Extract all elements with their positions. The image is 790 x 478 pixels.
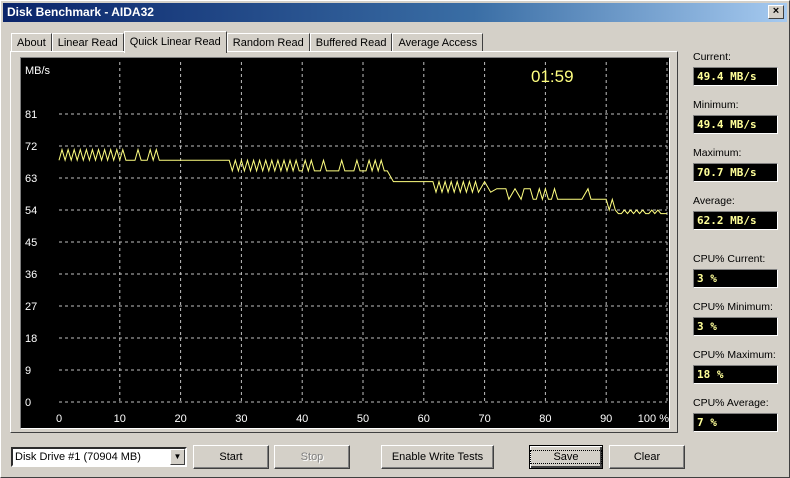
stat-label: Maximum: xyxy=(693,147,742,159)
stat-cpu-current: CPU% Current: 3 % xyxy=(693,253,778,288)
stat-value: 3 % xyxy=(693,269,778,288)
save-button[interactable]: Save xyxy=(529,445,603,469)
tab-average-access[interactable]: Average Access xyxy=(392,33,484,52)
stat-value: 49.4 MB/s xyxy=(693,115,778,134)
stat-cpu-average: CPU% Average: 7 % xyxy=(693,397,778,432)
tab-about[interactable]: About xyxy=(11,33,52,52)
tab-quick-linear-read[interactable]: Quick Linear Read xyxy=(123,31,227,53)
y-tick-label: 27 xyxy=(25,301,37,313)
stat-current: Current: 49.4 MB/s xyxy=(693,51,778,86)
stop-button[interactable]: Stop xyxy=(274,445,350,469)
stat-cpu-maximum: CPU% Maximum: 18 % xyxy=(693,349,778,384)
stat-value: 3 % xyxy=(693,317,778,336)
stat-maximum: Maximum: 70.7 MB/s xyxy=(693,147,778,182)
stat-value: 70.7 MB/s xyxy=(693,163,778,182)
close-button[interactable]: × xyxy=(768,5,784,19)
tab-linear-read[interactable]: Linear Read xyxy=(51,33,124,52)
stat-label: Minimum: xyxy=(693,99,739,111)
drive-select-value: Disk Drive #1 (70904 MB) xyxy=(15,451,141,463)
tab-buffered-read[interactable]: Buffered Read xyxy=(309,33,393,52)
stat-minimum: Minimum: 49.4 MB/s xyxy=(693,99,778,134)
chart-svg: 0 9 18 27 36 45 54 63 72 81 0 10 20 30 40 50 60 70 80 90 100… xyxy=(25,62,669,425)
x-tick-label: 60 xyxy=(418,413,430,425)
save-button-label: Save xyxy=(530,450,602,464)
window-title: Disk Benchmark - AIDA32 xyxy=(7,5,154,19)
y-axis-label: MB/s xyxy=(25,65,51,77)
x-tick-label: 50 xyxy=(357,413,369,425)
x-tick-label: 0 xyxy=(56,413,62,425)
drive-select[interactable]: Disk Drive #1 (70904 MB) ▼ xyxy=(11,447,187,467)
stat-value: 7 % xyxy=(693,413,778,432)
stat-average: Average: 62.2 MB/s xyxy=(693,195,778,230)
x-tick-label: 70 xyxy=(478,413,490,425)
tab-bar: About Linear Read Quick Linear Read Rand… xyxy=(11,31,484,53)
stat-label: CPU% Minimum: xyxy=(693,301,773,313)
x-tick-label: 10 xyxy=(114,413,126,425)
benchmark-chart: 0 9 18 27 36 45 54 63 72 81 0 10 20 30 40 50 60 70 80 90 100… xyxy=(20,57,670,429)
x-tick-label: 20 xyxy=(174,413,186,425)
stat-label: CPU% Current: xyxy=(693,253,766,265)
y-tick-label: 63 xyxy=(25,173,37,185)
enable-write-tests-button[interactable]: Enable Write Tests xyxy=(381,445,494,469)
y-tick-label: 54 xyxy=(25,205,37,217)
stat-label: CPU% Maximum: xyxy=(693,349,776,361)
title-bar[interactable]: Disk Benchmark - AIDA32 × xyxy=(3,3,787,22)
clear-button[interactable]: Clear xyxy=(609,445,685,469)
benchmark-window: Disk Benchmark - AIDA32 × About Linear R… xyxy=(0,0,790,478)
tab-random-read[interactable]: Random Read xyxy=(226,33,310,52)
stat-label: CPU% Average: xyxy=(693,397,769,409)
y-tick-label: 9 xyxy=(25,365,31,377)
elapsed-timer: 01:59 xyxy=(531,67,574,86)
y-tick-label: 72 xyxy=(25,141,37,153)
x-tick-label: 90 xyxy=(600,413,612,425)
x-tick-label: 80 xyxy=(539,413,551,425)
y-tick-label: 0 xyxy=(25,397,31,409)
dropdown-arrow-icon[interactable]: ▼ xyxy=(170,449,185,465)
stat-value: 18 % xyxy=(693,365,778,384)
stat-cpu-minimum: CPU% Minimum: 3 % xyxy=(693,301,778,336)
stat-label: Average: xyxy=(693,195,735,207)
y-tick-label: 36 xyxy=(25,269,37,281)
x-tick-label: 30 xyxy=(235,413,247,425)
start-button[interactable]: Start xyxy=(193,445,269,469)
y-tick-label: 45 xyxy=(25,237,37,249)
stat-value: 49.4 MB/s xyxy=(693,67,778,86)
y-tick-label: 81 xyxy=(25,109,37,121)
y-tick-label: 18 xyxy=(25,333,37,345)
x-tick-label-end: 100 % xyxy=(638,413,669,425)
stat-label: Current: xyxy=(693,51,731,63)
stat-value: 62.2 MB/s xyxy=(693,211,778,230)
x-tick-label: 40 xyxy=(296,413,308,425)
